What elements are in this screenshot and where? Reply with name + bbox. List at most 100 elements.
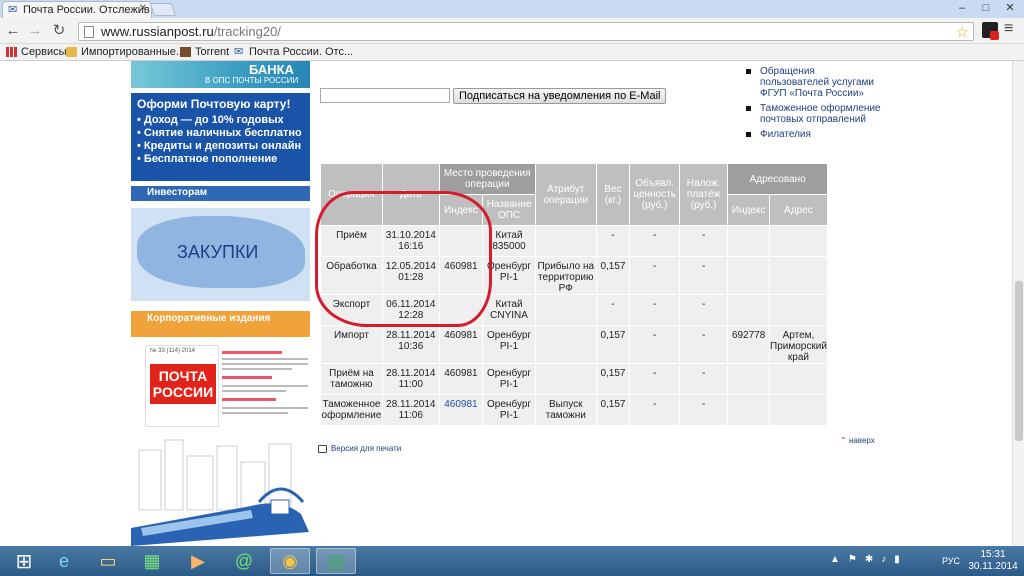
cell-date: 31.10.2014 16:16 (382, 226, 439, 256)
cell-addr-index (728, 364, 769, 394)
file-explorer-icon[interactable]: ▭ (88, 548, 128, 574)
index-link[interactable]: 460981 (444, 399, 477, 410)
windows-start-icon[interactable]: ⊞ (4, 548, 44, 574)
subscribe-button[interactable]: Подписаться на уведомления по E-Mail (453, 88, 667, 104)
cell-addr-index: 692778 (728, 326, 769, 363)
icq-icon[interactable]: @ (224, 548, 264, 574)
language-indicator[interactable]: РУС (942, 556, 960, 566)
vertical-scrollbar[interactable] (1012, 61, 1024, 546)
cell-attribute (535, 364, 596, 394)
browser-tab[interactable]: ✉ Почта России. Отслежив ✕ (2, 1, 152, 18)
excel-taskbar-icon[interactable]: ▤ (316, 548, 356, 574)
forward-arrow-icon[interactable]: → (26, 22, 44, 40)
bookmark-russianpost[interactable]: ✉ Почта России. Отс... (234, 46, 353, 58)
tray-power-icon[interactable]: ▮ (894, 554, 900, 565)
table-row: Таможенное оформление 28.11.2014 11:06 4… (321, 395, 827, 425)
clock-time: 15:31 (980, 549, 1006, 560)
to-top-link[interactable]: ⌃ наверх (840, 436, 875, 445)
address-bar[interactable]: www.russianpost.ru/tracking20/ ☆ (78, 22, 974, 41)
header-addr-address: Адрес (769, 195, 827, 225)
bookmark-imported-folder[interactable]: Импортированные... (66, 46, 185, 58)
link-philately[interactable]: Филателия (746, 129, 886, 140)
close-tab-icon[interactable]: ✕ (139, 3, 147, 14)
zakupki-banner[interactable]: ЗАКУПКИ (131, 208, 310, 301)
cell-operation: Импорт (321, 326, 382, 363)
cell-declared: - (630, 257, 679, 294)
bookmark-star-icon[interactable]: ☆ (956, 23, 969, 41)
cell-declared: - (630, 226, 679, 256)
header-ops-name: Название ОПС (483, 195, 535, 225)
cell-index: 460981 (439, 257, 483, 294)
url-path: /tracking20/ (213, 24, 281, 39)
cell-operation: Приём (321, 226, 382, 256)
chrome-menu-icon[interactable]: ≡ (1004, 20, 1013, 38)
reload-icon[interactable]: ↻ (50, 22, 68, 40)
header-place: Место проведения операции (439, 164, 535, 194)
bookmark-label: Импортированные... (81, 46, 186, 58)
scrollbar-thumb[interactable] (1015, 281, 1023, 441)
cell-index (439, 226, 483, 256)
minimize-icon[interactable]: – (950, 0, 974, 16)
back-arrow-icon[interactable]: ← (4, 22, 22, 40)
magazine-cover[interactable]: № 33 (114) 2014 ПОЧТА РОССИИ (145, 345, 219, 427)
bookmark-apps[interactable]: Сервисы (6, 46, 67, 58)
tab-strip: ✉ Почта России. Отслежив ✕ – □ ✕ (0, 0, 1024, 18)
media-player-icon[interactable]: ▶ (178, 548, 218, 574)
cell-ops: Оренбург PI-1 (483, 395, 535, 425)
bookmark-label: Почта России. Отс... (249, 46, 354, 58)
header-index: Индекс (439, 195, 483, 225)
cell-weight: 0,157 (596, 395, 630, 425)
card-benefit: • Доход — до 10% годовых (137, 114, 284, 126)
print-version-link[interactable]: Версия для печати (318, 444, 401, 453)
header-addressed: Адресовано (728, 164, 827, 194)
bookmark-torrent[interactable]: Torrent (180, 46, 229, 58)
taskbar-clock[interactable]: 15:31 30.11.2014 (968, 549, 1018, 573)
cell-attribute: Прибыло на территорию РФ (535, 257, 596, 294)
magazine-logo: ПОЧТА РОССИИ (150, 364, 216, 404)
postal-card-banner[interactable]: Оформи Почтовую карту! • Доход — до 10% … (131, 93, 310, 181)
close-window-icon[interactable]: ✕ (998, 0, 1022, 16)
card-benefit: • Бесплатное пополнение (137, 153, 278, 165)
cell-declared: - (630, 364, 679, 394)
bookmarks-bar: Сервисы Импортированные... Torrent ✉ Поч… (0, 44, 1024, 61)
printer-icon (318, 444, 327, 453)
store-icon[interactable]: ▦ (132, 548, 172, 574)
cell-operation: Таможенное оформление (321, 395, 382, 425)
corporate-editions-link[interactable]: Корпоративные издания (131, 311, 310, 337)
cell-date: 06.11.2014 12:28 (382, 295, 439, 325)
link-user-appeals[interactable]: Обращения пользователей услугами ФГУП «П… (746, 66, 886, 99)
cell-cod: - (679, 226, 728, 256)
internet-explorer-icon[interactable]: e (44, 548, 84, 574)
link-customs-clearance[interactable]: Таможенное оформление почтовых отправлен… (746, 103, 886, 125)
chrome-taskbar-icon[interactable]: ◉ (270, 548, 310, 574)
cell-index-link[interactable]: 460981 (439, 395, 483, 425)
folder-icon (66, 47, 77, 57)
tray-up-icon[interactable]: ▲ (830, 554, 840, 565)
new-tab-button[interactable] (149, 3, 177, 16)
cell-date: 28.11.2014 11:00 (382, 364, 439, 394)
header-attribute: Атрибут операции (535, 164, 596, 225)
cell-cod: - (679, 295, 728, 325)
cell-cod: - (679, 395, 728, 425)
url-domain: www.russianpost.ru (101, 24, 214, 39)
maximize-icon[interactable]: □ (974, 0, 998, 16)
cell-addr-address: Артем, Приморский край (769, 326, 827, 363)
cell-ops: Оренбург PI-1 (483, 257, 535, 294)
bank-banner[interactable]: БАНКА В ОПС ПОЧТЫ РОССИИ (131, 61, 310, 88)
bookmark-label: Torrent (195, 46, 230, 58)
tray-flag-icon[interactable]: ⚑ (848, 554, 857, 565)
cell-index: 460981 (439, 364, 483, 394)
cell-cod: - (679, 326, 728, 363)
train-illustration (131, 439, 309, 546)
subscribe-row: Подписаться на уведомления по E-Mail (320, 88, 667, 104)
tray-network-icon[interactable]: ✱ (865, 554, 873, 565)
table-row: Приём 31.10.2014 16:16 Китай 835000 - - … (321, 226, 827, 256)
email-field[interactable] (320, 88, 450, 103)
tray-volume-icon[interactable]: ♪ (881, 554, 886, 565)
to-top-label: наверх (848, 436, 875, 445)
investors-link[interactable]: Инвесторам (131, 186, 310, 201)
torrent-icon (180, 47, 191, 57)
bank-banner-title: БАНКА (249, 62, 294, 77)
cell-attribute (535, 326, 596, 363)
table-row: Импорт 28.11.2014 10:36 460981 Оренбург … (321, 326, 827, 363)
